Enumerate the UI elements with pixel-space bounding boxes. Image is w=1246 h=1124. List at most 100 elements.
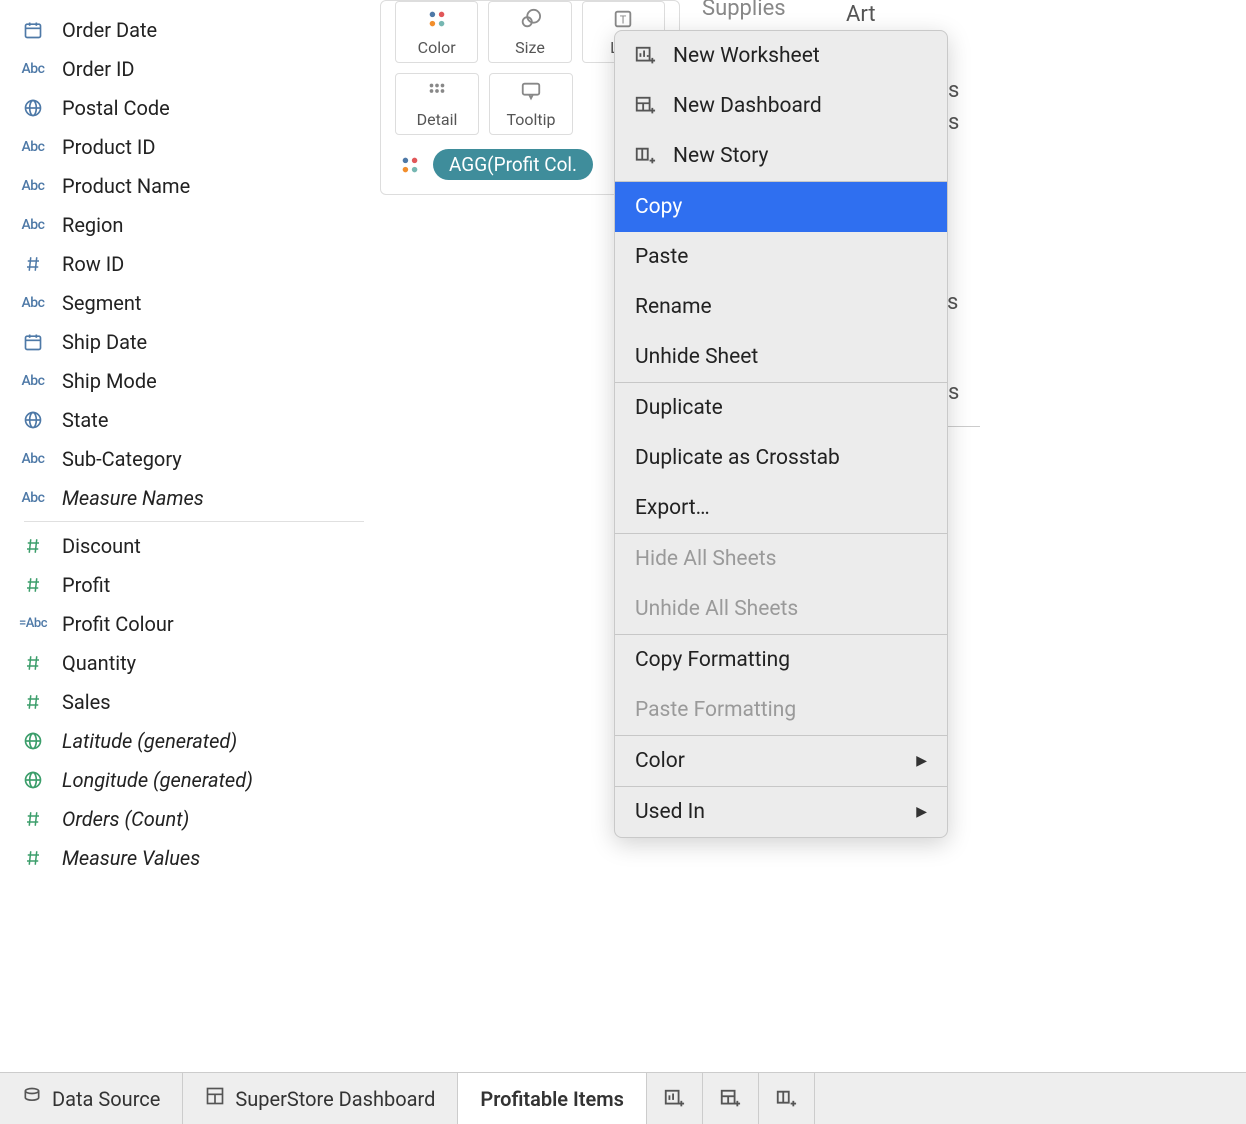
menu-new-story[interactable]: New Story — [615, 131, 947, 181]
menu-new-worksheet[interactable]: New Worksheet — [615, 31, 947, 81]
field-label: Product ID — [62, 135, 155, 159]
field-orders-count[interactable]: Orders (Count) — [18, 799, 380, 838]
field-product-name[interactable]: Abc Product Name — [18, 166, 380, 205]
globe-icon — [18, 98, 48, 118]
marks-size-button[interactable]: Size — [488, 1, 571, 63]
globe-icon — [18, 731, 48, 751]
field-order-date[interactable]: Order Date — [18, 10, 380, 49]
menu-duplicate[interactable]: Duplicate — [615, 383, 947, 433]
globe-icon — [18, 770, 48, 790]
field-label: Orders (Count) — [62, 807, 189, 831]
marks-color-button[interactable]: Color — [395, 1, 478, 63]
abc-icon: Abc — [18, 490, 48, 506]
hash-icon — [18, 576, 48, 594]
field-ship-date[interactable]: Ship Date — [18, 322, 380, 361]
calc-abc-icon: =Abc — [18, 616, 48, 631]
field-label: Sales — [62, 690, 111, 714]
menu-label: New Story — [673, 144, 768, 168]
menu-new-dashboard[interactable]: New Dashboard — [615, 81, 947, 131]
abc-icon: Abc — [18, 373, 48, 389]
field-label: State — [62, 408, 108, 432]
new-story-icon — [633, 144, 657, 168]
field-label: Latitude (generated) — [62, 729, 237, 753]
data-source-icon — [22, 1086, 42, 1111]
field-label: Profit Colour — [62, 612, 174, 636]
menu-label: Duplicate as Crosstab — [635, 446, 840, 470]
abc-icon: Abc — [18, 61, 48, 77]
new-worksheet-button[interactable] — [647, 1073, 703, 1124]
globe-icon — [18, 410, 48, 430]
calendar-icon — [18, 20, 48, 40]
field-row-id[interactable]: Row ID — [18, 244, 380, 283]
menu-duplicate-crosstab[interactable]: Duplicate as Crosstab — [615, 433, 947, 483]
menu-label: Export… — [635, 496, 710, 520]
menu-label: Color — [635, 749, 685, 773]
calendar-icon — [18, 332, 48, 352]
field-region[interactable]: Abc Region — [18, 205, 380, 244]
tab-superstore-dashboard[interactable]: SuperStore Dashboard — [183, 1073, 458, 1124]
menu-copy-formatting[interactable]: Copy Formatting — [615, 635, 947, 685]
new-story-button[interactable] — [759, 1073, 815, 1124]
field-label: Region — [62, 213, 123, 237]
field-quantity[interactable]: Quantity — [18, 643, 380, 682]
menu-label: Rename — [635, 295, 712, 319]
marks-pill-profit-colour[interactable]: AGG(Profit Col. — [433, 149, 593, 180]
field-ship-mode[interactable]: Abc Ship Mode — [18, 361, 380, 400]
field-label: Ship Date — [62, 330, 147, 354]
tab-data-source[interactable]: Data Source — [0, 1073, 183, 1124]
abc-icon: Abc — [18, 451, 48, 467]
menu-color[interactable]: Color ▶ — [615, 736, 947, 786]
viz-header-art: Art — [846, 2, 876, 27]
hash-icon — [18, 537, 48, 555]
detail-icon — [426, 80, 448, 106]
field-order-id[interactable]: Abc Order ID — [18, 49, 380, 88]
field-sub-category[interactable]: Abc Sub-Category — [18, 439, 380, 478]
field-label: Longitude (generated) — [62, 768, 253, 792]
hash-icon — [18, 849, 48, 867]
field-measure-names[interactable]: Abc Measure Names — [18, 478, 380, 517]
marks-detail-button[interactable]: Detail — [395, 73, 479, 135]
field-profit[interactable]: Profit — [18, 565, 380, 604]
menu-hide-all-sheets: Hide All Sheets — [615, 534, 947, 584]
field-sales[interactable]: Sales — [18, 682, 380, 721]
menu-label: Hide All Sheets — [635, 547, 776, 571]
color-dots-icon — [426, 8, 448, 34]
submenu-arrow-icon: ▶ — [916, 804, 927, 820]
field-measure-values[interactable]: Measure Values — [18, 838, 380, 877]
menu-paste[interactable]: Paste — [615, 232, 947, 282]
hash-icon — [18, 693, 48, 711]
field-postal-code[interactable]: Postal Code — [18, 88, 380, 127]
field-discount[interactable]: Discount — [18, 526, 380, 565]
menu-rename[interactable]: Rename — [615, 282, 947, 332]
dashboard-icon — [205, 1086, 225, 1111]
menu-label: Unhide All Sheets — [635, 597, 798, 621]
menu-label: New Worksheet — [673, 44, 820, 68]
field-product-id[interactable]: Abc Product ID — [18, 127, 380, 166]
menu-label: Copy Formatting — [635, 648, 790, 672]
menu-paste-formatting: Paste Formatting — [615, 685, 947, 735]
marks-tooltip-button[interactable]: Tooltip — [489, 73, 573, 135]
tab-profitable-items[interactable]: Profitable Items — [458, 1073, 647, 1124]
size-icon — [519, 8, 541, 34]
viz-header-frag-s: s — [948, 110, 959, 135]
menu-unhide-sheet[interactable]: Unhide Sheet — [615, 332, 947, 382]
marks-size-label: Size — [515, 38, 545, 57]
menu-copy[interactable]: Copy — [615, 182, 947, 232]
field-longitude[interactable]: Longitude (generated) — [18, 760, 380, 799]
field-label: Order Date — [62, 18, 157, 42]
color-dots-icon — [395, 154, 425, 176]
field-label: Row ID — [62, 252, 124, 276]
sheet-tab-bar: Data Source SuperStore Dashboard Profita… — [0, 1072, 1246, 1124]
new-dashboard-button[interactable] — [703, 1073, 759, 1124]
menu-used-in[interactable]: Used In ▶ — [615, 787, 947, 837]
marks-color-label: Color — [418, 38, 456, 57]
field-label: Postal Code — [62, 96, 170, 120]
field-profit-colour[interactable]: =Abc Profit Colour — [18, 604, 380, 643]
field-latitude[interactable]: Latitude (generated) — [18, 721, 380, 760]
field-segment[interactable]: Abc Segment — [18, 283, 380, 322]
new-dashboard-icon — [633, 94, 657, 118]
field-state[interactable]: State — [18, 400, 380, 439]
menu-export[interactable]: Export… — [615, 483, 947, 533]
field-label: Segment — [62, 291, 141, 315]
hash-icon — [18, 654, 48, 672]
